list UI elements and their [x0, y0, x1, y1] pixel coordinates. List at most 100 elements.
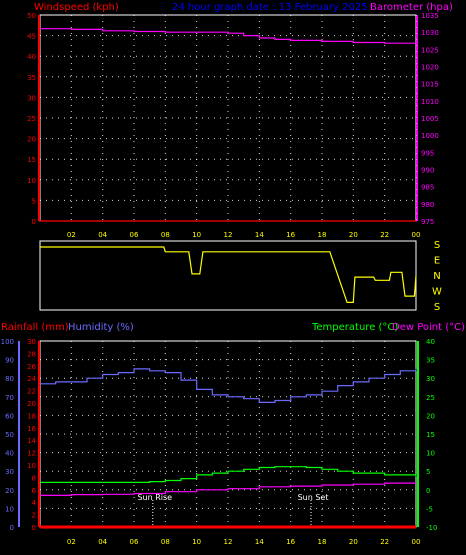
top-x-tick-label: 04: [98, 231, 107, 239]
barometer-tick-label: 1035: [421, 12, 439, 20]
rainfall-tick-label: 18: [27, 412, 36, 420]
bottom-x-tick-label: 02: [67, 538, 76, 546]
top-x-tick-label: 18: [318, 231, 327, 239]
bottom-x-tick-label: 12: [224, 538, 233, 546]
series-humidity-: [40, 368, 417, 403]
humidity-axis-label: Humidity (%): [68, 322, 134, 333]
direction-letter-s: S: [434, 302, 440, 313]
rainfall-tick-label: 8: [32, 474, 36, 482]
windspeed-tick-label: 10: [27, 177, 36, 185]
top-x-tick-label: 00: [412, 231, 421, 239]
humidity-tick-label: 20: [5, 487, 14, 495]
windspeed-tick-label: 25: [27, 115, 36, 123]
barometer-tick-label: 990: [421, 167, 434, 175]
barometer-tick-label: 1020: [421, 64, 439, 72]
direction-letter-n: N: [433, 271, 440, 282]
barometer-tick-label: 1010: [421, 98, 439, 106]
temperature-tick-label: 20: [426, 412, 435, 420]
wind-direction-plot: SENWS: [39, 240, 442, 313]
bottom-x-tick-label: 16: [286, 538, 295, 546]
windspeed-tick-label: 20: [27, 136, 36, 144]
rainfall-tick-label: 22: [27, 388, 36, 396]
barometer-tick-label: 975: [421, 218, 434, 226]
top-x-tick-label: 12: [224, 231, 233, 239]
temperature-axis-label: Temperature (°C): [311, 322, 398, 333]
humidity-tick-label: 0: [10, 524, 14, 532]
humidity-tick-label: 40: [5, 450, 14, 458]
rainfall-tick-label: 6: [32, 487, 37, 495]
direction-letter-s: S: [434, 240, 440, 251]
rainfall-tick-label: 12: [27, 450, 36, 458]
windspeed-tick-label: 50: [27, 12, 36, 20]
direction-letter-w: W: [432, 287, 442, 298]
humidity-tick-label: 90: [5, 357, 14, 365]
bottom-x-tick-label: 04: [98, 538, 107, 546]
top-x-tick-label: 22: [380, 231, 389, 239]
series-temperature-c-: [40, 466, 417, 483]
temperature-tick-label: -5: [426, 505, 433, 513]
series-dew-point-c-: [40, 482, 416, 496]
humidity-tick-label: 80: [5, 375, 14, 383]
barometer-tick-label: 980: [421, 201, 434, 209]
rainfall-tick-label: 20: [27, 400, 36, 408]
top-x-tick-label: 02: [67, 231, 76, 239]
windspeed-tick-label: 40: [27, 53, 36, 61]
top-x-tick-label: 16: [286, 231, 295, 239]
dew-point-axis-label: Dew Point (°C): [392, 322, 465, 333]
top-x-tick-label: 10: [192, 231, 201, 239]
bottom-x-tick-label: 06: [130, 538, 139, 546]
top-x-tick-label: 06: [130, 231, 139, 239]
bottom-x-tick-label: 08: [161, 538, 170, 546]
barometer-tick-label: 1000: [421, 132, 439, 140]
windspeed-axis-label: Windspeed (kph): [34, 2, 119, 13]
top-x-tick-label: 08: [161, 231, 170, 239]
humidity-tick-label: 100: [1, 338, 14, 346]
humidity-tick-label: 60: [5, 412, 14, 420]
bottom-x-tick-label: 18: [318, 538, 327, 546]
windspeed-tick-label: 30: [27, 94, 36, 102]
rainfall-tick-label: 10: [27, 462, 36, 470]
bottom-plot-area: 0102030405060708090100024681012141618202…: [1, 338, 438, 546]
humidity-tick-label: 50: [5, 431, 14, 439]
windspeed-tick-label: 45: [27, 33, 36, 41]
bottom-x-tick-label: 22: [380, 538, 389, 546]
barometer-tick-label: 1005: [421, 115, 439, 123]
temperature-tick-label: -10: [426, 524, 437, 532]
chart-title: 24 hour graph date : 13 February 2025: [172, 2, 368, 13]
series-barometer-hpa-: [40, 28, 417, 44]
barometer-tick-label: 995: [421, 149, 434, 157]
barometer-tick-label: 1030: [421, 29, 439, 37]
windspeed-tick-label: 15: [27, 156, 36, 164]
rainfall-tick-label: 0: [32, 524, 36, 532]
bottom-x-tick-label: 10: [192, 538, 201, 546]
sunrise-label: Sun Rise: [137, 493, 172, 502]
temperature-tick-label: 30: [426, 375, 435, 383]
temperature-tick-label: 5: [426, 468, 430, 476]
bottom-x-tick-label: 00: [412, 538, 421, 546]
temperature-tick-label: 40: [426, 338, 435, 346]
barometer-tick-label: 1025: [421, 46, 439, 54]
top-x-tick-label: 20: [349, 231, 358, 239]
humidity-tick-label: 70: [5, 394, 14, 402]
top-plot-area: 0510152025303540455097598098599099510001…: [27, 12, 439, 239]
temperature-tick-label: 35: [426, 357, 435, 365]
rainfall-tick-label: 26: [27, 363, 36, 371]
rainfall-tick-label: 2: [32, 512, 36, 520]
sunset-label: Sun Set: [298, 493, 329, 502]
top-x-tick-label: 14: [255, 231, 264, 239]
temperature-tick-label: 10: [426, 450, 435, 458]
windspeed-tick-label: 5: [32, 197, 36, 205]
rainfall-axis-label: Rainfall (mm): [1, 322, 69, 333]
rainfall-tick-label: 30: [27, 338, 36, 346]
temperature-tick-label: 15: [426, 431, 435, 439]
temperature-tick-label: 0: [426, 487, 430, 495]
barometer-tick-label: 1015: [421, 81, 439, 89]
rainfall-tick-label: 28: [27, 350, 36, 358]
windspeed-tick-label: 0: [32, 218, 36, 226]
barometer-tick-label: 985: [421, 184, 434, 192]
bottom-x-tick-label: 14: [255, 538, 264, 546]
humidity-tick-label: 30: [5, 468, 14, 476]
series-wind-direction: [40, 246, 417, 303]
barometer-axis-label: Barometer (hpa): [370, 2, 453, 13]
bottom-plot-frame: [39, 340, 417, 528]
